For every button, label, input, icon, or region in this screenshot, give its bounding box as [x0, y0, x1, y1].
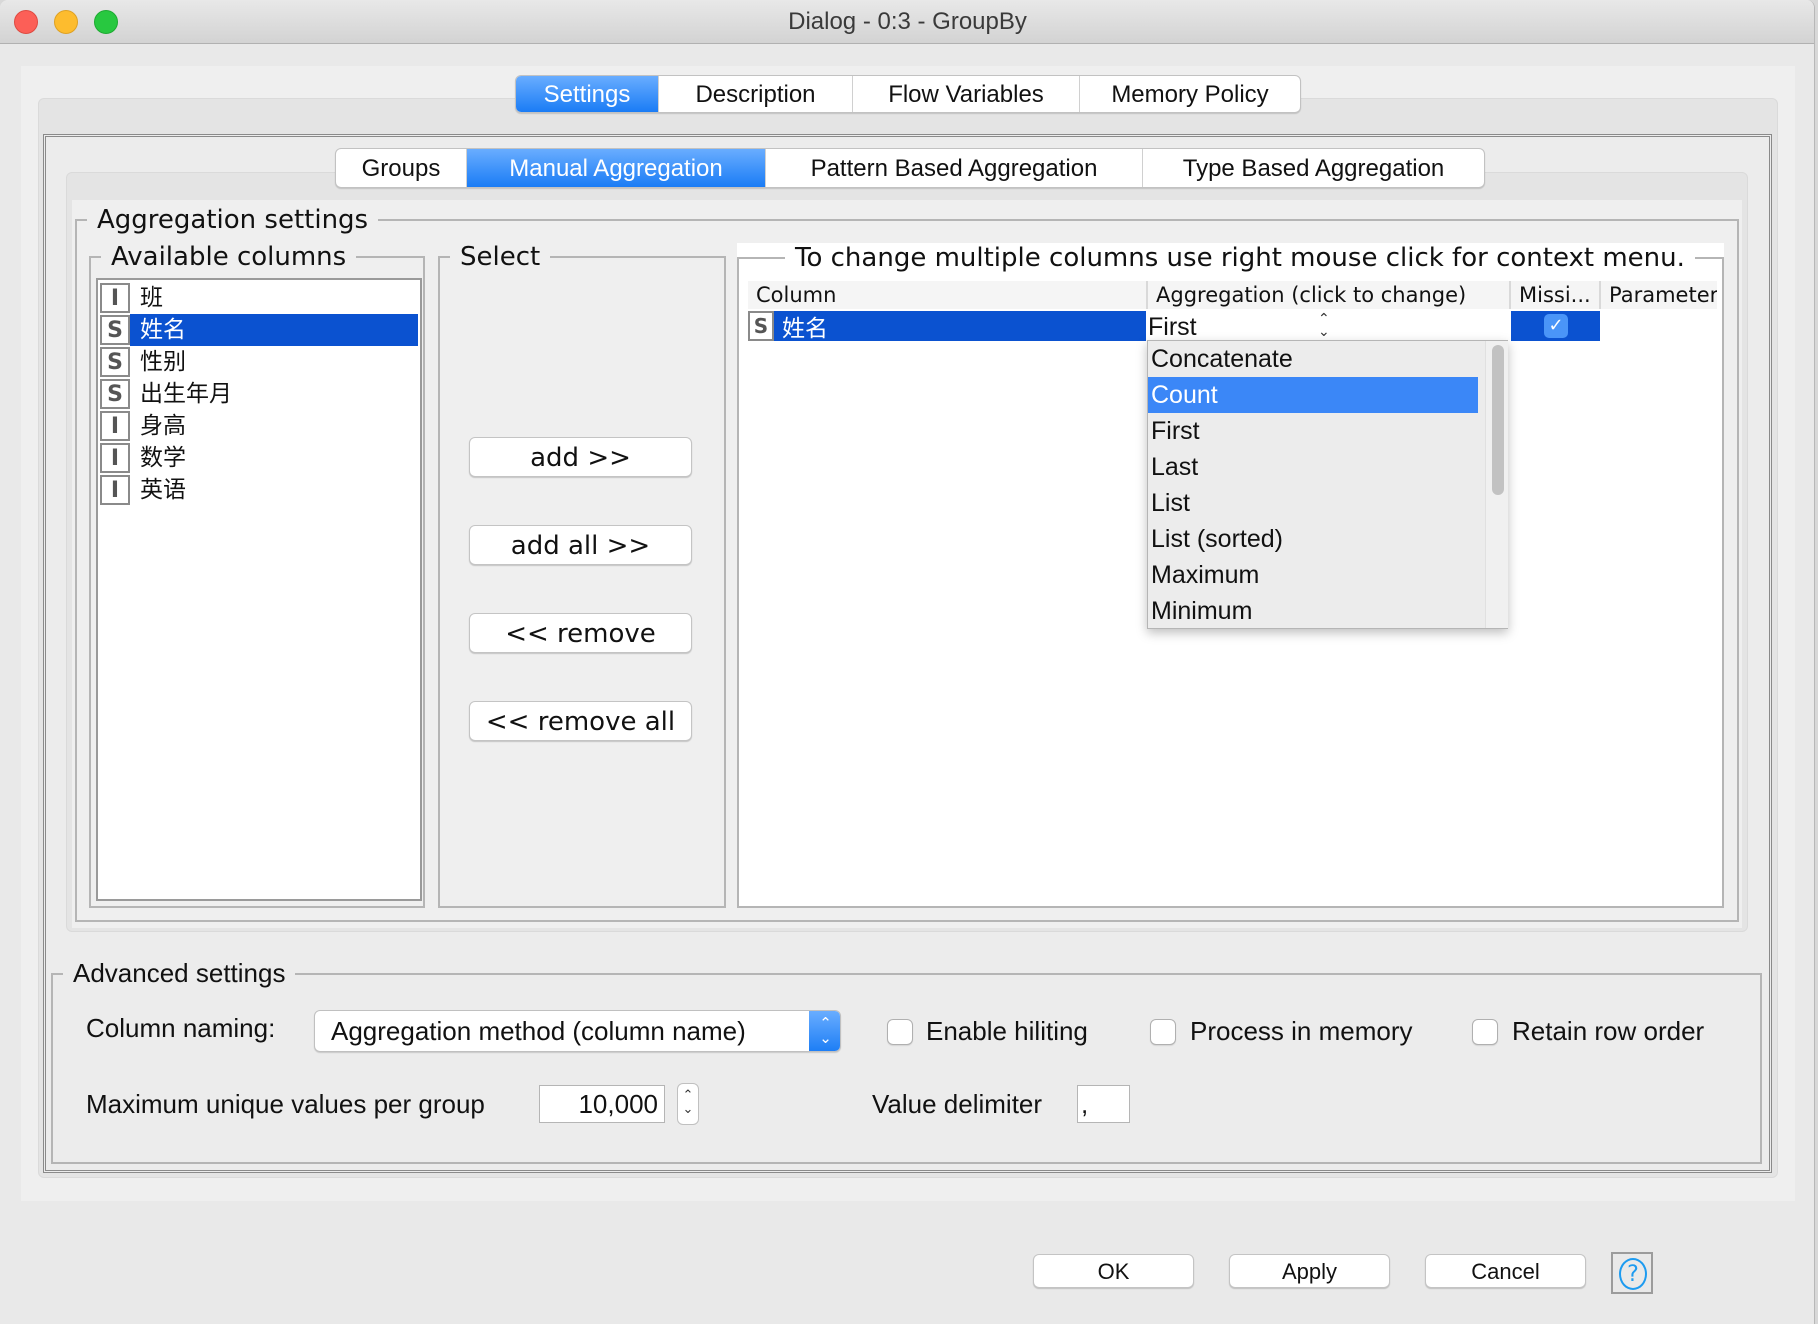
row-column-name: 姓名	[782, 316, 828, 342]
remove-all-button[interactable]: << remove all	[469, 701, 692, 741]
remove-button[interactable]: << remove	[469, 613, 692, 653]
aggregation-table-hint: To change multiple columns use right mou…	[795, 243, 1685, 273]
integer-type-icon: I	[100, 411, 130, 441]
available-columns-list[interactable]: I 班 S 姓名 S 性别 S 出生年月 I 身高 I 数学 I 英语	[96, 278, 422, 901]
column-naming-label: Column naming:	[86, 1013, 276, 1043]
column-naming-value: Aggregation method (column name)	[331, 1016, 746, 1046]
aggregation-value: First	[1148, 313, 1197, 341]
spinner-up-down-icon[interactable]: ⌃ ⌄	[677, 1083, 699, 1125]
tab-manual-aggregation[interactable]: Manual Aggregation	[467, 149, 766, 187]
dropdown-scrollbar-track[interactable]	[1485, 341, 1508, 628]
string-type-icon: S	[100, 347, 130, 377]
dropdown-option-list[interactable]: List	[1148, 485, 1478, 521]
retain-row-order-checkbox[interactable]	[1472, 1019, 1498, 1045]
up-down-chevron-icon[interactable]: ⌃ ⌄	[809, 1011, 840, 1051]
list-item[interactable]: S 性别	[100, 346, 418, 378]
aggregation-cell[interactable]: First ⌃ ⌄	[1148, 311, 1509, 341]
add-button[interactable]: add >>	[469, 437, 692, 477]
column-header-parameter[interactable]: Parameter	[1599, 281, 1717, 309]
string-type-icon: S	[748, 311, 774, 341]
value-delimiter-input[interactable]: ,	[1077, 1085, 1130, 1123]
dropdown-option-maximum[interactable]: Maximum	[1148, 557, 1478, 593]
table-row[interactable]: S 姓名	[748, 311, 1146, 342]
tab-type-based-aggregation[interactable]: Type Based Aggregation	[1143, 149, 1484, 187]
advanced-settings-title: Advanced settings	[73, 958, 286, 988]
select-title: Select	[460, 242, 541, 272]
enable-hiliting-label[interactable]: Enable hiliting	[926, 1016, 1088, 1047]
help-button[interactable]: ?	[1611, 1252, 1653, 1294]
column-header-missing[interactable]: Missi...	[1509, 281, 1599, 309]
tab-groups[interactable]: Groups	[336, 149, 467, 187]
list-item[interactable]: I 班	[100, 282, 418, 314]
tab-flow-variables[interactable]: Flow Variables	[853, 76, 1080, 112]
dropdown-scrollbar-thumb[interactable]	[1492, 345, 1504, 495]
tab-settings[interactable]: Settings	[516, 76, 659, 112]
column-header-column[interactable]: Column	[748, 281, 1146, 309]
aggregation-dropdown-list[interactable]: Concatenate Count First Last List List (…	[1147, 340, 1508, 629]
list-item[interactable]: I 数学	[100, 442, 418, 474]
string-type-icon: S	[100, 315, 130, 345]
missing-cell[interactable]: ✓	[1511, 311, 1600, 341]
aggregation-settings-title: Aggregation settings	[97, 205, 369, 235]
tab-description[interactable]: Description	[659, 76, 853, 112]
enable-hiliting-checkbox[interactable]	[887, 1019, 913, 1045]
dropdown-option-first[interactable]: First	[1148, 413, 1478, 449]
column-name: 班	[140, 285, 163, 311]
dialog-window: Dialog - 0:3 - GroupBy Settings Descript…	[0, 0, 1815, 1324]
column-name: 数学	[140, 445, 186, 471]
column-name: 英语	[140, 477, 186, 503]
process-in-memory-checkbox[interactable]	[1150, 1019, 1176, 1045]
dropdown-option-last[interactable]: Last	[1148, 449, 1478, 485]
column-name: 出生年月	[140, 381, 232, 407]
integer-type-icon: I	[100, 443, 130, 473]
tab-pattern-based-aggregation[interactable]: Pattern Based Aggregation	[766, 149, 1143, 187]
available-columns-title: Available columns	[111, 242, 347, 272]
column-name: 姓名	[130, 314, 418, 346]
tab-memory-policy[interactable]: Memory Policy	[1080, 76, 1300, 112]
list-item[interactable]: I 英语	[100, 474, 418, 506]
string-type-icon: S	[100, 379, 130, 409]
advanced-settings-group: Advanced settings	[51, 958, 1762, 1164]
help-question-icon: ?	[1619, 1258, 1647, 1290]
column-name: 性别	[140, 349, 186, 375]
ok-button[interactable]: OK	[1033, 1254, 1194, 1288]
dropdown-option-count[interactable]: Count	[1148, 377, 1478, 413]
cancel-button[interactable]: Cancel	[1425, 1254, 1586, 1288]
window-title: Dialog - 0:3 - GroupBy	[788, 8, 1027, 35]
dropdown-option-list-sorted[interactable]: List (sorted)	[1148, 521, 1478, 557]
top-tab-bar: Settings Description Flow Variables Memo…	[515, 75, 1301, 113]
select-group: Select	[438, 242, 726, 908]
integer-type-icon: I	[100, 475, 130, 505]
max-unique-values-input[interactable]: 10,000	[539, 1085, 665, 1123]
apply-button[interactable]: Apply	[1229, 1254, 1390, 1288]
sub-tab-bar: Groups Manual Aggregation Pattern Based …	[335, 148, 1485, 188]
column-naming-select[interactable]: Aggregation method (column name) ⌃ ⌄	[314, 1010, 841, 1052]
list-item[interactable]: I 身高	[100, 410, 418, 442]
process-in-memory-label[interactable]: Process in memory	[1190, 1016, 1413, 1047]
integer-type-icon: I	[100, 283, 130, 313]
dropdown-option-concatenate[interactable]: Concatenate	[1148, 341, 1478, 377]
max-unique-values-label: Maximum unique values per group	[86, 1089, 485, 1119]
missing-checkbox-checked-icon[interactable]: ✓	[1544, 314, 1568, 338]
dropdown-option-minimum[interactable]: Minimum	[1148, 593, 1478, 629]
list-item[interactable]: S 出生年月	[100, 378, 418, 410]
title-bar: Dialog - 0:3 - GroupBy	[0, 0, 1814, 44]
list-item[interactable]: S 姓名	[100, 314, 418, 346]
value-delimiter-label: Value delimiter	[872, 1089, 1043, 1119]
up-down-chevron-icon[interactable]: ⌃ ⌄	[1318, 312, 1330, 339]
column-header-aggregation[interactable]: Aggregation (click to change)	[1146, 281, 1509, 309]
column-name: 身高	[140, 413, 186, 439]
retain-row-order-label[interactable]: Retain row order	[1512, 1016, 1704, 1047]
add-all-button[interactable]: add all >>	[469, 525, 692, 565]
